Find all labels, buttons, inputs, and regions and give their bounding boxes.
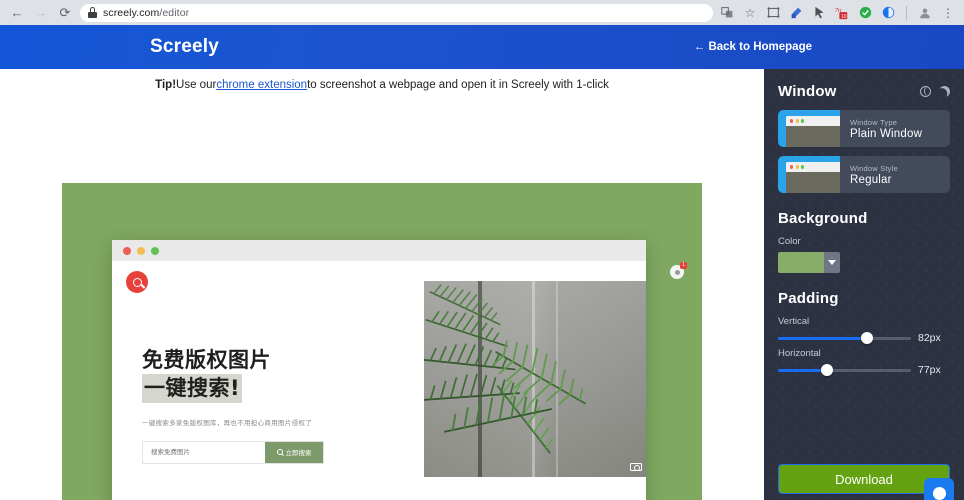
vertical-padding-value: 82px xyxy=(918,332,941,344)
help-chat-icon[interactable] xyxy=(924,478,954,500)
window-type-label: Window Type xyxy=(850,117,898,127)
color-field-label: Color xyxy=(778,236,801,247)
horizontal-padding-slider[interactable] xyxy=(778,364,911,376)
hero-headline-line1: 免费版权图片 xyxy=(142,348,271,372)
tip-prefix: Tip! xyxy=(155,78,177,91)
calendar-extension-icon[interactable]: 7n 10 xyxy=(834,5,850,21)
mock-search-input[interactable] xyxy=(143,441,265,463)
hero-headline-line2: 一键搜索! xyxy=(142,374,243,403)
hero-photo: pixabay i xyxy=(424,281,646,477)
window-type-value: Plain Window xyxy=(850,127,923,140)
eyedropper-icon[interactable] xyxy=(788,5,804,21)
back-to-homepage-link[interactable]: ← Back to Homepage xyxy=(694,41,812,53)
profile-avatar-icon[interactable] xyxy=(917,5,933,21)
lock-icon xyxy=(88,7,97,18)
green-check-extension-icon[interactable] xyxy=(857,5,873,21)
tip-after-link: to screenshot a webpage and open it in S… xyxy=(307,78,609,91)
window-style-value: Regular xyxy=(850,173,892,186)
app-header: Screely ← Back to Homepage xyxy=(0,25,964,69)
window-style-thumbnail-icon xyxy=(778,156,840,193)
window-type-thumbnail-icon xyxy=(778,110,840,147)
toolbar-divider xyxy=(906,5,907,20)
window-style-option[interactable]: Window Style Regular xyxy=(778,156,950,193)
padding-section-title: Padding xyxy=(778,290,839,307)
traffic-light-minimize-icon xyxy=(137,246,145,255)
screenshot-canvas[interactable]: 免费版权图片 一键搜索! 一键搜索多家免版权图库，再也不用担心商用图片侵权了 立… xyxy=(62,183,702,500)
camera-icon xyxy=(629,463,642,472)
svg-text:10: 10 xyxy=(841,13,847,19)
window-type-option[interactable]: Window Type Plain Window xyxy=(778,110,950,147)
blue-circle-extension-icon[interactable] xyxy=(880,5,896,21)
chrome-extension-link[interactable]: chrome extension xyxy=(216,79,307,91)
reload-icon[interactable]: ⟳ xyxy=(54,3,76,23)
photo-credit-badge: pixabay i xyxy=(629,462,647,472)
vertical-padding-slider-row: 82px xyxy=(778,332,950,344)
bookmark-star-icon[interactable]: ☆ xyxy=(742,5,758,21)
settings-sidebar: Window Window Type Plain Window Window S… xyxy=(764,69,964,500)
extension-icons: ☆ 7n 10 ⋮ xyxy=(719,5,958,21)
mock-browser-window: 免费版权图片 一键搜索! 一键搜索多家免版权图库，再也不用担心商用图片侵权了 立… xyxy=(112,240,646,500)
traffic-light-maximize-icon xyxy=(151,246,159,255)
window-style-label: Window Style xyxy=(850,163,898,173)
panel-header-icons xyxy=(920,86,950,97)
cursor-pointer-icon[interactable] xyxy=(811,5,827,21)
chrome-menu-icon[interactable]: ⋮ xyxy=(940,5,956,21)
brand-logo[interactable]: Screely xyxy=(150,36,219,58)
canvas-corner-badge[interactable]: 1 xyxy=(670,262,687,279)
mock-search-button[interactable]: 立即搜索 xyxy=(265,441,323,463)
vertical-padding-knob[interactable] xyxy=(861,332,874,344)
forward-arrow-icon[interactable]: → xyxy=(30,3,52,23)
vertical-padding-label: Vertical xyxy=(778,316,810,327)
background-color-picker[interactable] xyxy=(778,252,840,273)
mock-window-titlebar xyxy=(112,240,646,261)
horizontal-padding-value: 77px xyxy=(918,364,941,376)
browser-nav-buttons: ← → ⟳ xyxy=(6,3,76,23)
vertical-padding-slider[interactable] xyxy=(778,332,911,344)
mock-search-row: 立即搜索 xyxy=(142,440,324,464)
chevron-down-icon[interactable] xyxy=(824,252,840,273)
main-area: Tip! Use our chrome extension to screens… xyxy=(0,69,964,500)
mock-window-body: 免费版权图片 一键搜索! 一键搜索多家免版权图库，再也不用担心商用图片侵权了 立… xyxy=(112,261,646,500)
browser-toolbar: ← → ⟳ screely.com/editor ☆ 7n 10 ⋮ xyxy=(0,0,964,25)
window-panel-header: Window xyxy=(778,83,950,100)
search-icon xyxy=(276,449,283,456)
url-text: screely.com/editor xyxy=(103,6,190,19)
tip-banner: Tip! Use our chrome extension to screens… xyxy=(0,69,764,96)
horizontal-padding-slider-row: 77px xyxy=(778,364,950,376)
moon-icon[interactable] xyxy=(938,85,952,99)
address-bar[interactable]: screely.com/editor xyxy=(80,3,713,22)
background-section-title: Background xyxy=(778,210,868,227)
panel-title: Window xyxy=(778,83,837,100)
horizontal-padding-label: Horizontal xyxy=(778,348,821,359)
screenshot-frame-icon[interactable] xyxy=(765,5,781,21)
photo-credit-text: pixabay xyxy=(646,463,647,471)
color-swatch-preview xyxy=(778,252,824,273)
mock-search-button-label: 立即搜索 xyxy=(285,449,312,458)
horizontal-padding-knob[interactable] xyxy=(821,364,834,376)
hero-text-block: 免费版权图片 一键搜索! 一键搜索多家免版权图库，再也不用担心商用图片侵权了 立… xyxy=(142,346,357,464)
editor-stage: Tip! Use our chrome extension to screens… xyxy=(0,69,764,500)
download-area: Download xyxy=(778,464,954,500)
magnifier-logo-icon xyxy=(126,271,148,293)
badge-count: 1 xyxy=(680,262,687,269)
palm-plant-illustration xyxy=(424,284,587,454)
tip-before-link: Use our xyxy=(176,78,217,91)
translate-icon[interactable] xyxy=(719,5,735,21)
back-arrow-icon[interactable]: ← xyxy=(6,3,28,23)
traffic-light-close-icon xyxy=(123,246,131,255)
shadow-toggle-icon[interactable] xyxy=(920,86,931,97)
hero-subtitle: 一键搜索多家免版权图库，再也不用担心商用图片侵权了 xyxy=(142,418,312,427)
